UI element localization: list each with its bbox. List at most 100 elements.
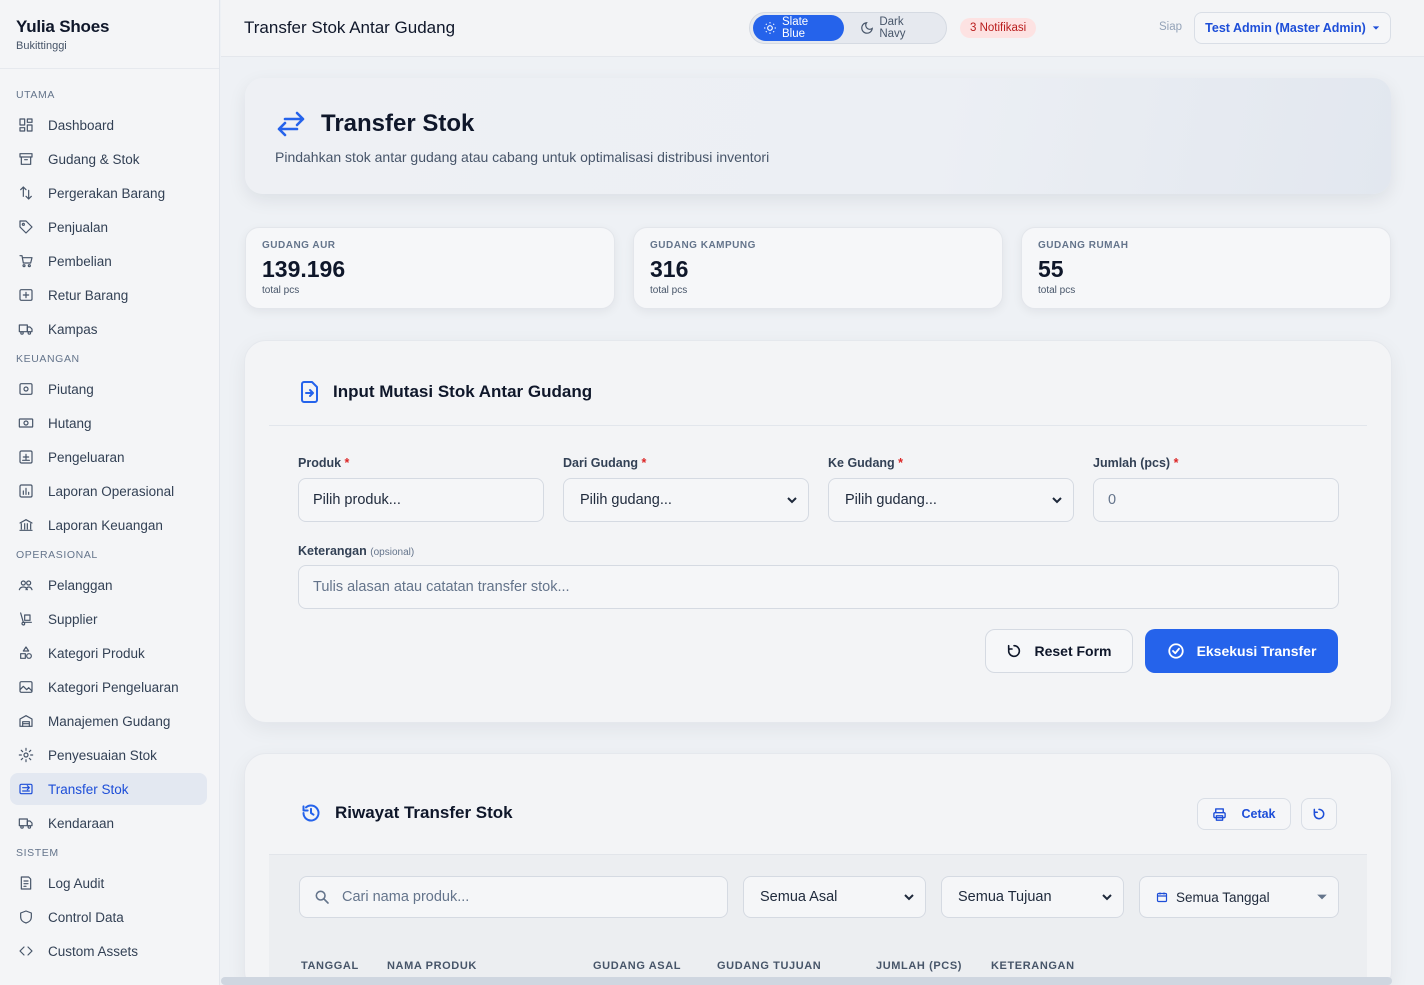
sidebar-item-label: Pengeluaran bbox=[48, 449, 125, 465]
sidebar-item-label: Penyesuaian Stok bbox=[48, 747, 157, 763]
sidebar-item-control-data[interactable]: Control Data bbox=[10, 901, 207, 933]
sidebar-item-custom-assets[interactable]: Custom Assets bbox=[10, 935, 207, 967]
reset-form-button[interactable]: Reset Form bbox=[985, 629, 1133, 673]
user-menu-button[interactable]: Test Admin (Master Admin) bbox=[1194, 12, 1391, 44]
gear-icon bbox=[16, 745, 36, 765]
sidebar-item-transfer-stok[interactable]: Transfer Stok bbox=[10, 773, 207, 805]
quantity-label: Jumlah (pcs) * bbox=[1093, 456, 1179, 470]
sidebar-nav: UTAMA Dashboard Gudang & Stok Pergerakan Ba… bbox=[0, 69, 219, 967]
to-warehouse-select[interactable]: Pilih gudang... bbox=[828, 478, 1074, 522]
image-box-icon bbox=[16, 677, 36, 697]
transfer-history-card: Riwayat Transfer Stok Cetak Cari nama pr… bbox=[244, 753, 1392, 985]
calendar-icon bbox=[1156, 892, 1168, 903]
destination-filter-select[interactable]: Semua Tujuan bbox=[941, 876, 1124, 918]
theme-slate-blue-label: Slate Blue bbox=[781, 16, 809, 40]
sidebar-item-log-audit[interactable]: Log Audit bbox=[10, 867, 207, 899]
sidebar-item-kategori-produk[interactable]: Kategori Produk bbox=[10, 637, 207, 669]
sidebar-item-penyesuaian-stok[interactable]: Penyesuaian Stok bbox=[10, 739, 207, 771]
horizontal-scrollbar[interactable] bbox=[221, 977, 1392, 985]
sidebar-item-manajemen-gudang[interactable]: Manajemen Gudang bbox=[10, 705, 207, 737]
stat-card-gudang-aur: GUDANG AUR 139.196 total pcs bbox=[245, 227, 615, 309]
note-input[interactable]: Tulis alasan atau catatan transfer stok.… bbox=[298, 565, 1339, 609]
receivable-icon bbox=[16, 379, 36, 399]
expense-icon bbox=[16, 447, 36, 467]
sidebar-item-laporan-operasional[interactable]: Laporan Operasional bbox=[10, 475, 207, 507]
sidebar-item-label: Log Audit bbox=[48, 875, 105, 891]
sidebar-item-label: Manajemen Gudang bbox=[48, 713, 171, 729]
product-input[interactable]: Pilih produk... bbox=[298, 478, 544, 522]
column-header-note[interactable]: KETERANGAN bbox=[991, 960, 1075, 972]
chevron-down-icon bbox=[787, 497, 797, 504]
shapes-icon bbox=[16, 643, 36, 663]
from-warehouse-select[interactable]: Pilih gudang... bbox=[563, 478, 809, 522]
search-input[interactable]: Cari nama produk... bbox=[299, 876, 728, 918]
quantity-input[interactable]: 0 bbox=[1093, 478, 1339, 522]
sidebar-item-label: Supplier bbox=[48, 611, 98, 627]
transfer-form-card: Input Mutasi Stok Antar Gudang Produk * … bbox=[244, 340, 1392, 723]
sidebar-item-laporan-keuangan[interactable]: Laporan Keuangan bbox=[10, 509, 207, 541]
theme-dark-navy-button[interactable]: Dark Navy bbox=[850, 15, 943, 41]
refresh-button[interactable] bbox=[1301, 798, 1337, 830]
search-icon bbox=[315, 890, 329, 904]
column-header-quantity[interactable]: JUMLAH (PCS) bbox=[876, 960, 962, 972]
sidebar-item-hutang[interactable]: Hutang bbox=[10, 407, 207, 439]
moon-icon bbox=[861, 22, 874, 34]
brand-location: Bukittinggi bbox=[16, 40, 67, 52]
sun-icon bbox=[764, 22, 776, 34]
note-label: Keterangan (opsional) bbox=[298, 544, 415, 558]
sidebar-item-kendaraan[interactable]: Kendaraan bbox=[10, 807, 207, 839]
shield-icon bbox=[16, 907, 36, 927]
check-circle-icon bbox=[1167, 643, 1184, 659]
sidebar-item-piutang[interactable]: Piutang bbox=[10, 373, 207, 405]
sidebar-item-label: Piutang bbox=[48, 381, 94, 397]
column-header-product[interactable]: NAMA PRODUK bbox=[387, 960, 477, 972]
execute-transfer-button[interactable]: Eksekusi Transfer bbox=[1145, 629, 1338, 673]
product-label: Produk * bbox=[298, 456, 350, 470]
cash-icon bbox=[16, 413, 36, 433]
sidebar: Yulia Shoes Bukittinggi UTAMA Dashboard Gu… bbox=[0, 0, 220, 985]
hero-title: Transfer Stok bbox=[275, 110, 474, 138]
cart-icon bbox=[16, 251, 36, 271]
users-icon bbox=[16, 575, 36, 595]
stat-unit: total pcs bbox=[650, 285, 688, 296]
sidebar-item-label: Gudang & Stok bbox=[48, 151, 140, 167]
column-header-date[interactable]: TANGGAL bbox=[301, 960, 359, 972]
sidebar-item-gudang-stok[interactable]: Gudang & Stok bbox=[10, 143, 207, 175]
dashboard-icon bbox=[16, 115, 36, 135]
sidebar-item-pergerakan-barang[interactable]: Pergerakan Barang bbox=[10, 177, 207, 209]
column-header-destination[interactable]: GUDANG TUJUAN bbox=[717, 960, 821, 972]
sidebar-item-dashboard[interactable]: Dashboard bbox=[10, 109, 207, 141]
transfer-arrows-icon bbox=[277, 111, 305, 137]
sidebar-item-label: Kategori Pengeluaran bbox=[48, 679, 179, 695]
hero-subtitle: Pindahkan stok antar gudang atau cabang … bbox=[275, 149, 770, 165]
notification-badge[interactable]: 3 Notifikasi bbox=[960, 18, 1037, 38]
arrows-icon bbox=[16, 183, 36, 203]
sidebar-item-kategori-pengeluaran[interactable]: Kategori Pengeluaran bbox=[10, 671, 207, 703]
origin-filter-select[interactable]: Semua Asal bbox=[743, 876, 926, 918]
hero-banner: Transfer Stok Pindahkan stok antar gudan… bbox=[245, 78, 1391, 194]
reset-icon bbox=[1008, 644, 1021, 658]
column-header-origin[interactable]: GUDANG ASAL bbox=[593, 960, 681, 972]
stat-label: GUDANG RUMAH bbox=[1038, 240, 1129, 251]
sidebar-item-label: Kampas bbox=[48, 321, 98, 337]
sidebar-item-label: Control Data bbox=[48, 909, 124, 925]
to-warehouse-label: Ke Gudang * bbox=[828, 456, 904, 470]
sidebar-item-label: Hutang bbox=[48, 415, 92, 431]
sidebar-item-kampas[interactable]: Kampas bbox=[10, 313, 207, 345]
brand: Yulia Shoes Bukittinggi bbox=[0, 0, 219, 69]
date-filter-select[interactable]: Semua Tanggal bbox=[1139, 876, 1339, 918]
theme-slate-blue-button[interactable]: Slate Blue bbox=[753, 15, 845, 41]
sidebar-item-pengeluaran[interactable]: Pengeluaran bbox=[10, 441, 207, 473]
sidebar-item-pelanggan[interactable]: Pelanggan bbox=[10, 569, 207, 601]
sidebar-item-pembelian[interactable]: Pembelian bbox=[10, 245, 207, 277]
print-button[interactable]: Cetak bbox=[1197, 798, 1291, 830]
dolly-icon bbox=[16, 609, 36, 629]
chevron-down-icon bbox=[1052, 497, 1062, 504]
sidebar-item-penjualan[interactable]: Penjualan bbox=[10, 211, 207, 243]
sidebar-item-supplier[interactable]: Supplier bbox=[10, 603, 207, 635]
sidebar-item-retur-barang[interactable]: Retur Barang bbox=[10, 279, 207, 311]
tag-icon bbox=[16, 217, 36, 237]
sidebar-item-label: Pergerakan Barang bbox=[48, 185, 166, 201]
form-title-text: Input Mutasi Stok Antar Gudang bbox=[333, 382, 593, 401]
form-title: Input Mutasi Stok Antar Gudang bbox=[301, 381, 592, 403]
